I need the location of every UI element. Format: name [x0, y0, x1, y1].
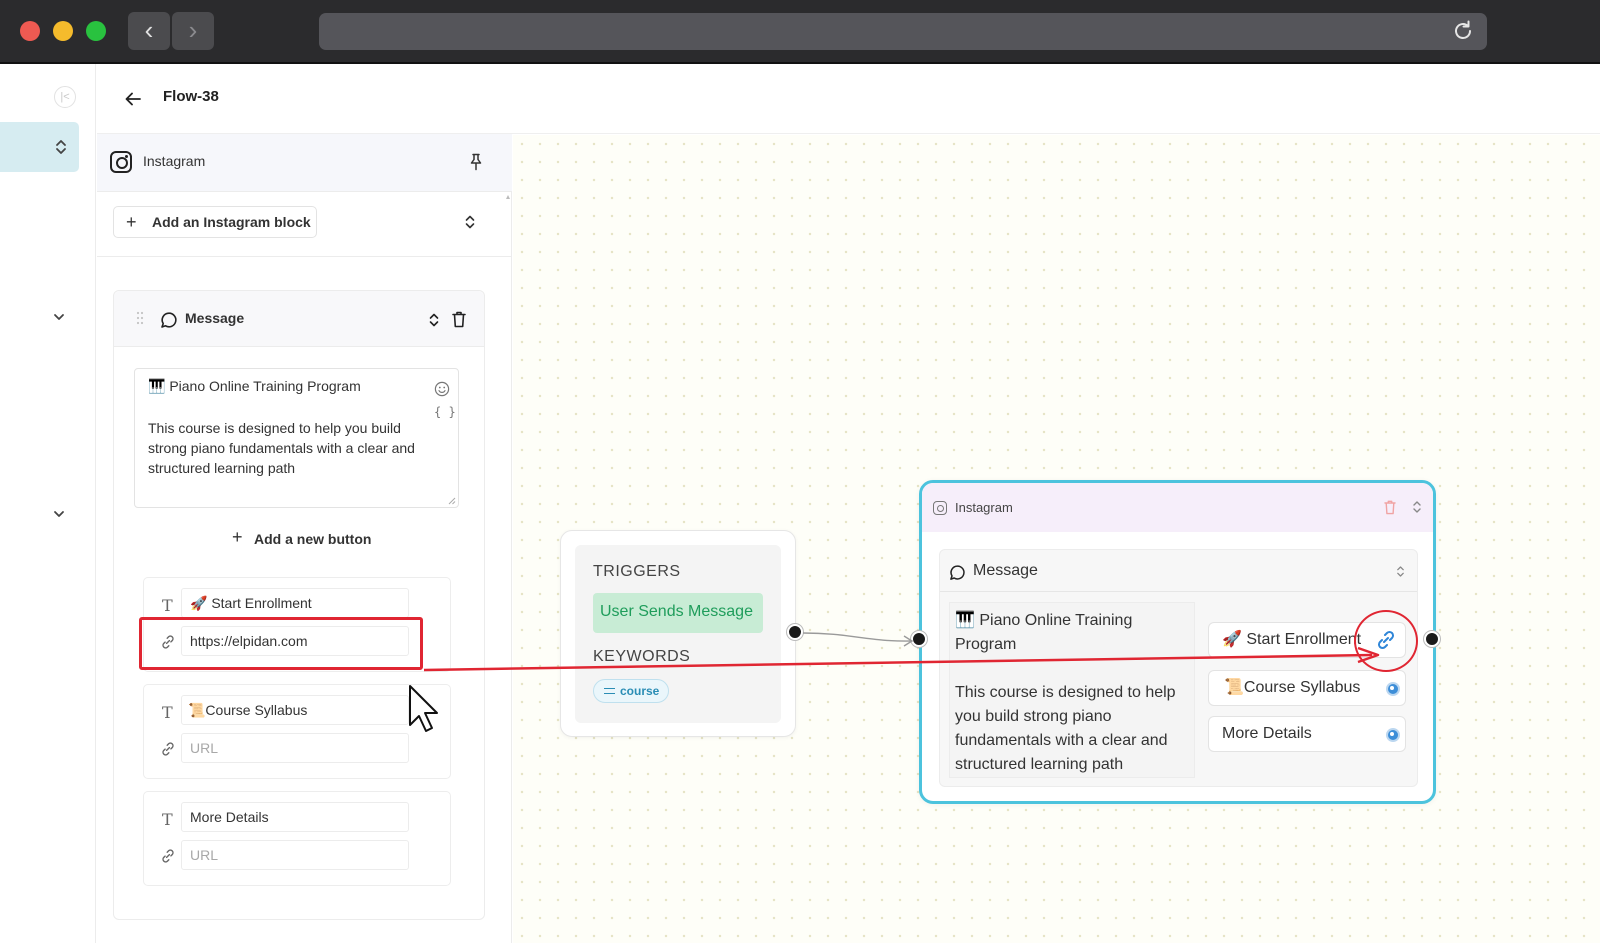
- panel-header: Instagram: [97, 134, 512, 192]
- add-new-button[interactable]: + Add a new button: [232, 527, 382, 551]
- close-window-button[interactable]: [20, 21, 40, 41]
- collapse-icon: |<: [60, 91, 70, 103]
- page-header: Flow-38: [97, 64, 1600, 134]
- emoji-icon[interactable]: [434, 381, 450, 397]
- chevron-down-icon[interactable]: [50, 505, 68, 523]
- app-sidebar: |<: [0, 64, 96, 943]
- instagram-input-handle[interactable]: [911, 631, 927, 647]
- text-type-icon: T: [162, 810, 173, 829]
- message-bubble-icon: [950, 565, 965, 580]
- address-bar[interactable]: [319, 13, 1487, 50]
- resize-handle-icon[interactable]: [448, 497, 456, 505]
- reload-icon[interactable]: [1451, 19, 1475, 43]
- add-block-label: Add an Instagram block: [152, 214, 311, 230]
- text-type-icon: T: [162, 596, 173, 615]
- page-title: Flow-38: [163, 88, 219, 105]
- button-editor-card: T More Details URL: [143, 791, 451, 886]
- button-label-input[interactable]: 📜Course Syllabus: [181, 695, 409, 725]
- trigger-node-body: TRIGGERS User Sends Message KEYWORDS cou…: [575, 545, 781, 723]
- annotation-callout-circle: [1354, 610, 1418, 672]
- node-button-course-syllabus[interactable]: 📜Course Syllabus: [1208, 670, 1406, 706]
- instagram-node-title: Instagram: [955, 500, 1013, 515]
- node-message-header: Message: [940, 550, 1417, 592]
- instagram-node-header: Instagram: [922, 483, 1433, 532]
- add-new-button-label: Add a new button: [254, 531, 372, 547]
- button-editor-card: T 📜Course Syllabus URL: [143, 684, 451, 779]
- expand-collapse-icon[interactable]: [464, 214, 476, 230]
- expand-collapse-icon[interactable]: [1412, 500, 1422, 514]
- expand-collapse-icon: [56, 140, 66, 154]
- panel-title: Instagram: [143, 153, 206, 169]
- minimize-window-button[interactable]: [53, 21, 73, 41]
- node-text-body: This course is designed to help you buil…: [955, 684, 1176, 773]
- equals-icon: [604, 688, 615, 694]
- instagram-icon: [933, 501, 947, 515]
- block-editor-panel: Instagram + Add an Instagram block Messa…: [97, 134, 512, 943]
- link-icon: [162, 849, 174, 863]
- node-message-text: 🎹 Piano Online Training Program This cou…: [949, 602, 1195, 778]
- trigger-event-chip: User Sends Message: [593, 593, 763, 633]
- connection-dot-icon[interactable]: [1386, 682, 1400, 696]
- node-text-title: 🎹 Piano Online Training Program: [955, 612, 1133, 653]
- link-icon: [162, 742, 174, 756]
- collapse-sidebar-button[interactable]: |<: [54, 86, 76, 108]
- keyword-tag: course: [593, 679, 669, 703]
- node-message-title: Message: [973, 562, 1038, 579]
- zoom-window-button[interactable]: [86, 21, 106, 41]
- expand-collapse-icon[interactable]: [1396, 565, 1405, 578]
- expand-collapse-icon[interactable]: [428, 312, 440, 328]
- browser-back-button[interactable]: ‹: [128, 12, 170, 50]
- variables-icon[interactable]: { }: [434, 405, 456, 419]
- button-label-input[interactable]: 🚀 Start Enrollment: [181, 588, 409, 618]
- triggers-label: TRIGGERS: [593, 563, 681, 580]
- browser-forward-button[interactable]: ›: [172, 12, 214, 50]
- trigger-output-handle[interactable]: [787, 624, 803, 640]
- keyword-text: course: [620, 684, 660, 698]
- back-chevron-icon: ‹: [144, 15, 154, 45]
- chevron-down-icon[interactable]: [50, 308, 68, 326]
- trash-icon[interactable]: [452, 311, 466, 328]
- message-bubble-icon: [161, 312, 177, 328]
- annotation-highlight-box: [139, 617, 423, 670]
- node-button-label: More Details: [1222, 725, 1312, 742]
- instagram-output-handle[interactable]: [1424, 631, 1440, 647]
- keywords-label: KEYWORDS: [593, 648, 691, 665]
- sidebar-active-item[interactable]: [0, 122, 79, 172]
- message-block-title: Message: [185, 310, 245, 326]
- divider: [97, 256, 512, 257]
- scrollbar-up-arrow[interactable]: [506, 194, 510, 200]
- message-text-title: 🎹 Piano Online Training Program: [148, 378, 361, 394]
- button-url-input[interactable]: URL: [181, 840, 409, 870]
- drag-handle-icon[interactable]: [136, 311, 144, 325]
- button-label-input[interactable]: More Details: [181, 802, 409, 832]
- node-button-label: 🚀 Start Enrollment: [1222, 631, 1362, 648]
- message-text-input[interactable]: 🎹 Piano Online Training Program This cou…: [134, 368, 459, 508]
- button-url-input[interactable]: URL: [181, 733, 409, 763]
- message-block-header: Message: [114, 291, 484, 347]
- browser-chrome: ‹ ›: [0, 0, 1600, 64]
- plus-icon: +: [232, 527, 243, 547]
- back-arrow-icon[interactable]: [124, 91, 142, 107]
- trigger-node[interactable]: TRIGGERS User Sends Message KEYWORDS cou…: [560, 530, 796, 737]
- forward-chevron-icon: ›: [188, 15, 198, 45]
- instagram-icon: [110, 151, 132, 173]
- message-text-body: This course is designed to help you buil…: [148, 420, 415, 476]
- connection-dot-icon[interactable]: [1386, 728, 1400, 742]
- node-button-label: 📜Course Syllabus: [1224, 679, 1361, 696]
- plus-icon: +: [126, 212, 137, 232]
- text-type-icon: T: [162, 703, 173, 722]
- node-message-block: Message 🎹 Piano Online Training Program …: [939, 549, 1418, 787]
- message-block-card: Message 🎹 Piano Online Training Program …: [113, 290, 485, 920]
- add-instagram-block-button[interactable]: + Add an Instagram block: [113, 206, 317, 238]
- pin-icon[interactable]: [469, 153, 483, 171]
- node-button-more-details[interactable]: More Details: [1208, 716, 1406, 752]
- trash-icon[interactable]: [1384, 500, 1396, 515]
